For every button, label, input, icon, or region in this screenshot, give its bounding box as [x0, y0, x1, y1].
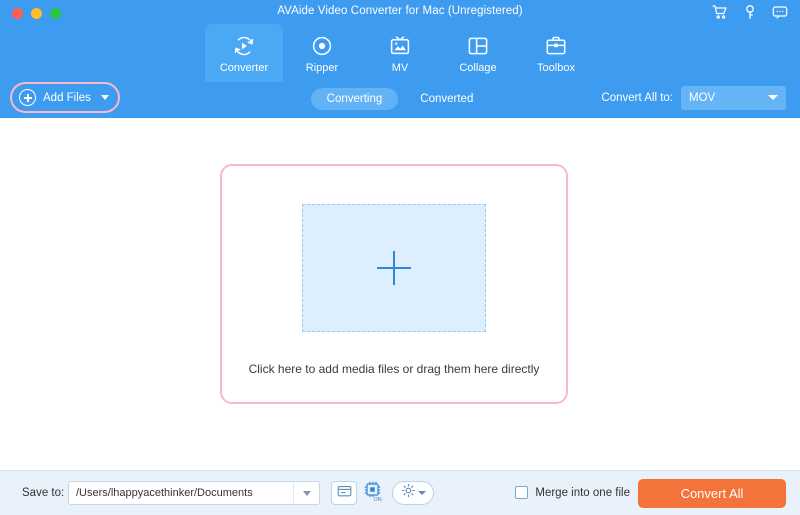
chevron-down-icon [768, 95, 778, 100]
mv-icon [387, 33, 413, 59]
collage-icon [465, 33, 491, 59]
save-path-dropdown[interactable] [293, 482, 319, 504]
key-icon[interactable] [742, 4, 758, 20]
plus-icon [377, 251, 411, 285]
chevron-down-icon [417, 491, 426, 495]
nav-tab-toolbox-label: Toolbox [537, 61, 575, 74]
add-files-button[interactable]: Add Files [19, 89, 109, 106]
plus-circle-icon [19, 89, 36, 106]
main-content: Click here to add media files or drag th… [0, 118, 800, 470]
ripper-icon [309, 33, 335, 59]
merge-into-one-file-toggle[interactable]: Merge into one file [515, 486, 630, 499]
preferences-button[interactable] [392, 481, 434, 505]
title-bar-actions [712, 4, 788, 20]
drop-hint-text: Click here to add media files or drag th… [248, 362, 540, 376]
nav-tab-converter[interactable]: Converter [205, 24, 283, 82]
converter-icon [231, 33, 257, 59]
main-nav: Converter Ripper MV Collage Toolbox [0, 24, 800, 82]
toolbar: Converting Converted Add Files Convert A… [0, 80, 800, 118]
merge-checkbox[interactable] [515, 486, 529, 499]
add-files-label: Add Files [43, 91, 91, 104]
tab-converting[interactable]: Converting [310, 88, 399, 110]
nav-tab-converter-label: Converter [219, 61, 269, 74]
nav-tab-mv-label: MV [391, 61, 409, 74]
gpu-acceleration-icon: ON [362, 480, 384, 507]
save-to-label: Save to: [22, 487, 65, 499]
format-select[interactable]: MOV [681, 86, 786, 110]
svg-text:ON: ON [374, 497, 382, 502]
nav-tab-mv[interactable]: MV [361, 24, 439, 82]
bottom-bar: Save to: /Users/lhappyacethinker/Documen… [0, 470, 800, 515]
nav-tab-collage-label: Collage [459, 61, 497, 74]
nav-tab-toolbox[interactable]: Toolbox [517, 24, 595, 82]
tab-converted[interactable]: Converted [404, 88, 489, 110]
nav-tab-collage[interactable]: Collage [439, 24, 517, 82]
convert-all-button[interactable]: Convert All [638, 479, 786, 508]
gear-icon [401, 483, 416, 503]
nav-tab-ripper[interactable]: Ripper [283, 24, 361, 82]
folder-icon [337, 484, 352, 503]
toolbox-icon [543, 33, 569, 59]
merge-label: Merge into one file [535, 486, 630, 499]
save-path-value: /Users/lhappyacethinker/Documents [76, 487, 253, 499]
open-folder-button[interactable] [331, 481, 357, 505]
chevron-down-icon [302, 490, 311, 496]
convert-all-to-label: Convert All to: [601, 92, 673, 104]
hardware-acceleration-button[interactable]: ON [360, 481, 386, 505]
convert-all-to-group: Convert All to: MOV [601, 86, 786, 110]
file-drop-zone[interactable] [302, 204, 486, 332]
feedback-icon[interactable] [772, 4, 788, 20]
chevron-down-icon[interactable] [100, 95, 109, 100]
save-path-field[interactable]: /Users/lhappyacethinker/Documents [68, 481, 320, 505]
app-header: AVAide Video Converter for Mac (Unregist… [0, 0, 800, 118]
app-title: AVAide Video Converter for Mac (Unregist… [277, 5, 523, 17]
nav-tab-ripper-label: Ripper [305, 61, 339, 74]
file-drop-card[interactable]: Click here to add media files or drag th… [220, 164, 568, 404]
format-select-value: MOV [689, 92, 716, 104]
add-files-highlight: Add Files [10, 82, 120, 113]
app-window: AVAide Video Converter for Mac (Unregist… [0, 0, 800, 515]
title-bar: AVAide Video Converter for Mac (Unregist… [0, 0, 800, 26]
cart-icon[interactable] [712, 4, 728, 20]
